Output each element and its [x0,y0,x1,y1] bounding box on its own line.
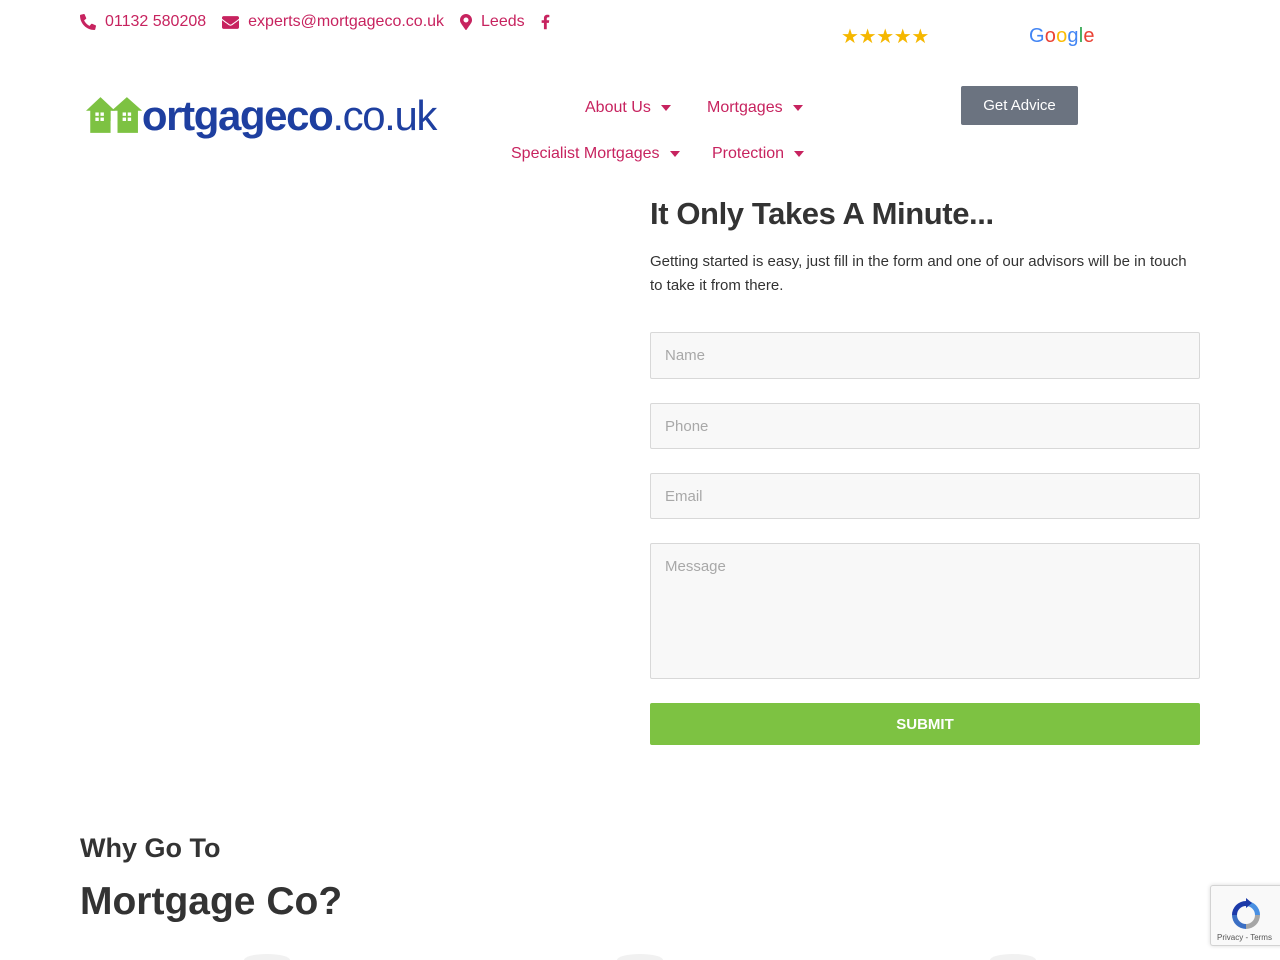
star-icon: ★ [858,24,877,48]
nav-specialist-mortgages[interactable]: Specialist Mortgages [511,145,680,163]
google-letter: o [1044,25,1057,47]
star-icon: ★ [876,24,895,48]
phone-icon [80,14,96,30]
caret-down-icon [660,105,671,111]
map-pin-icon [460,14,473,30]
get-advice-button[interactable]: Get Advice [961,86,1078,125]
message-field[interactable] [650,543,1200,679]
nav-mortgages[interactable]: Mortgages [707,99,803,117]
recaptcha-icon [1232,898,1260,929]
form-title: It Only Takes A Minute... [650,196,994,231]
recaptcha-links[interactable]: Privacy - Terms [1217,933,1272,942]
logo-name: ortgageco [141,92,334,139]
caret-down-icon [792,105,803,111]
nav-protection-label: Protection [712,145,785,162]
star-rating: ★ ★ ★ ★ ★ [841,26,929,46]
phone-link[interactable]: 01132 580208 [80,13,206,31]
google-letter: g [1067,25,1079,47]
star-icon: ★ [911,24,930,48]
nav-about-us-label: About Us [585,99,651,116]
star-icon: ★ [893,24,912,48]
phone-number: 01132 580208 [105,13,207,30]
envelope-icon [222,15,240,29]
nav-specialist-mortgages-label: Specialist Mortgages [511,145,660,162]
form-intro: Getting started is easy, just fill in th… [650,253,1187,294]
email-link[interactable]: experts@mortgageco.co.uk [222,13,444,31]
feature-icon-circle [244,954,290,960]
logo-suffix: .co.uk [332,92,437,139]
google-letter: e [1083,25,1095,47]
why-title: Mortgage Co? [80,880,343,923]
google-reviews-logo[interactable]: G o o g l e [1029,25,1095,48]
star-icon: ★ [841,24,859,48]
phone-field[interactable] [650,403,1200,449]
site-logo[interactable]: ortgageco.co.uk [86,84,437,139]
submit-button[interactable]: SUBMIT [650,703,1200,745]
contact-bar: 01132 580208 experts@mortgageco.co.uk Le… [80,11,550,33]
house-m-icon [86,97,143,133]
feature-icon-circle [990,954,1036,960]
nav-about-us[interactable]: About Us [585,99,671,117]
google-letter: G [1029,25,1045,47]
location-link[interactable]: Leeds [460,13,525,31]
email-address: experts@mortgageco.co.uk [248,13,445,30]
facebook-icon [541,14,549,30]
google-letter: o [1056,25,1068,47]
logo-wordmark: ortgageco.co.uk [141,92,437,139]
feature-icon-circle [617,954,663,960]
why-subtitle: Why Go To [80,833,221,863]
facebook-link[interactable] [541,14,550,30]
caret-down-icon [794,151,805,157]
nav-protection[interactable]: Protection [712,145,805,163]
location-label: Leeds [481,13,525,30]
recaptcha-badge[interactable]: Privacy - Terms [1210,885,1280,946]
nav-mortgages-label: Mortgages [707,99,783,116]
caret-down-icon [669,151,680,157]
name-field[interactable] [650,332,1200,379]
email-field[interactable] [650,473,1200,519]
